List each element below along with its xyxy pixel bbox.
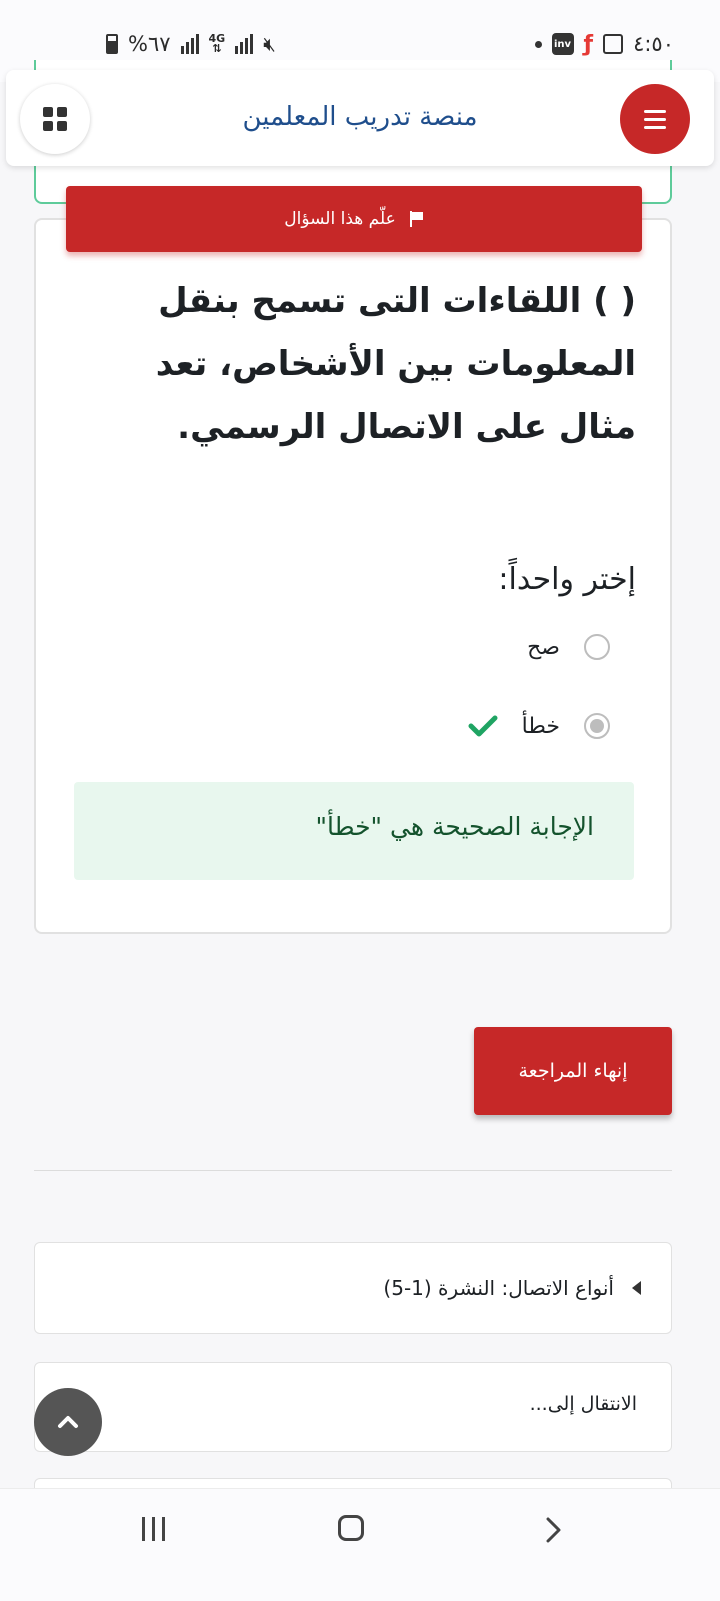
radio-true[interactable]	[584, 634, 610, 660]
menu-button[interactable]	[620, 84, 690, 154]
home-button[interactable]	[338, 1515, 364, 1541]
check-icon	[468, 715, 498, 737]
app-f-icon: ƒ	[583, 31, 594, 57]
divider	[34, 1170, 672, 1171]
gallery-icon	[603, 34, 624, 54]
site-title[interactable]: منصة تدريب المعلمين	[126, 102, 594, 132]
notification-dot-icon	[534, 40, 542, 48]
clock: ٤:٥٠	[633, 32, 674, 56]
status-right: inv ƒ ٤:٥٠	[534, 30, 674, 58]
option-label: صح	[527, 634, 560, 660]
answer-prompt: إختر واحداً:	[498, 562, 636, 597]
battery-icon	[106, 34, 118, 54]
battery-level: %٦٧	[128, 32, 171, 56]
apps-button[interactable]	[20, 84, 90, 154]
flag-question-label: علّم هذا السؤال	[284, 209, 396, 229]
flag-question-button[interactable]: علّم هذا السؤال	[66, 186, 642, 252]
option-true[interactable]: صح	[527, 634, 610, 660]
inv-app-icon: inv	[551, 33, 574, 55]
chevron-up-icon	[58, 1416, 78, 1428]
back-to-top-button[interactable]	[34, 1388, 102, 1456]
app-header: منصة تدريب المعلمين	[6, 70, 714, 166]
correct-answer-feedback: الإجابة الصحيحة هي "خطأ"	[74, 782, 634, 880]
signal-icon	[180, 34, 199, 54]
recents-button[interactable]	[142, 1517, 165, 1541]
back-button[interactable]	[540, 1515, 566, 1545]
radio-false[interactable]	[584, 713, 610, 739]
hamburger-icon	[644, 109, 666, 113]
option-false[interactable]: خطأ	[468, 713, 610, 739]
option-label: خطأ	[521, 713, 560, 739]
system-nav-bar	[0, 1488, 720, 1601]
finish-review-button[interactable]: إنهاء المراجعة	[474, 1027, 672, 1115]
grid-icon	[43, 107, 67, 131]
previous-activity-link[interactable]: أنواع الاتصال: النشرة (1-5)	[34, 1242, 672, 1334]
signal-icon-2	[235, 34, 254, 54]
network-type: 4G ⇅	[208, 32, 226, 55]
status-left: %٦٧ 4G ⇅ 🔇︎	[106, 30, 276, 58]
jump-to-select[interactable]: الانتقال إلى...	[34, 1362, 672, 1452]
caret-left-icon	[632, 1281, 641, 1295]
question-text: ( ) اللقاءات التى تسمح بنقل المعلومات بي…	[155, 281, 636, 447]
previous-activity-label: أنواع الاتصال: النشرة (1-5)	[383, 1276, 614, 1300]
flag-icon	[408, 211, 424, 227]
mute-icon: 🔇︎	[263, 32, 276, 56]
